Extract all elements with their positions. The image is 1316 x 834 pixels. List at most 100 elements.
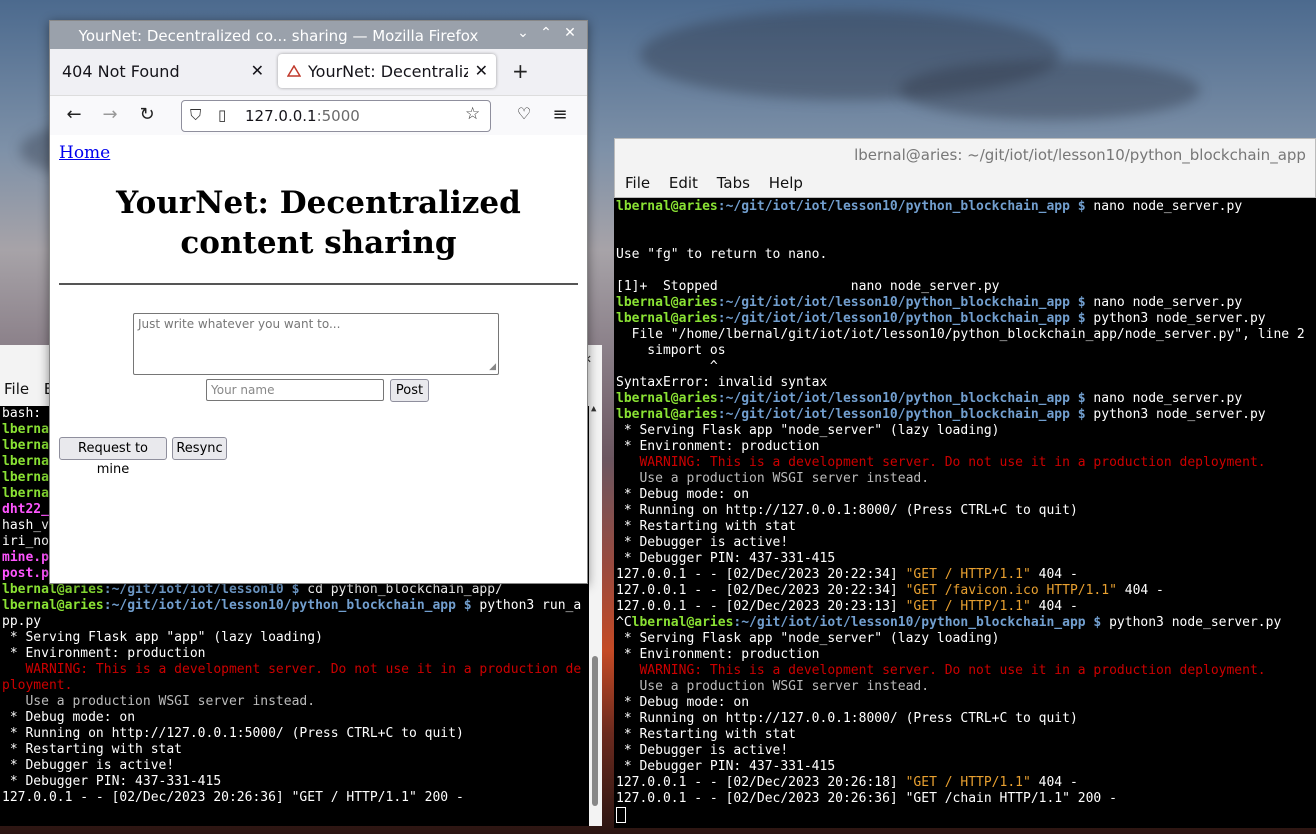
terminal-cursor	[616, 807, 626, 823]
home-link[interactable]: Home	[59, 143, 110, 163]
tab-yournet[interactable]: YourNet: Decentralized c ✕	[278, 54, 496, 88]
right-terminal-menubar: File Edit Tabs Help	[625, 174, 803, 192]
maximize-icon[interactable]: ⌃	[536, 25, 556, 41]
terminal-text: WARNING: This is a development server. D…	[616, 455, 1266, 470]
left-terminal-scrollbar[interactable]: ▲	[589, 404, 602, 826]
shield-icon[interactable]: ⛉	[190, 106, 201, 124]
page-info-icon[interactable]: ▯	[218, 106, 226, 124]
terminal-text: * Debugger PIN: 437-331-415	[616, 551, 836, 566]
resize-grip-icon[interactable]: ◢	[489, 362, 496, 372]
terminal-line: * Restarting with stat	[616, 727, 796, 743]
firefox-titlebar[interactable]: YourNet: Decentralized co... sharing — M…	[50, 21, 587, 49]
terminal-text: nano node_server.py	[1085, 391, 1243, 406]
terminal-text: * Debugger PIN: 437-331-415	[2, 774, 222, 789]
terminal-line: * Debugger PIN: 437-331-415	[2, 774, 221, 790]
scrollbar-thumb[interactable]	[592, 656, 598, 806]
terminal-line: lbernal@aries:~/git/iot/iot/lesson10/pyt…	[616, 407, 1266, 423]
terminal-text: :~/git/iot/iot/lesson10/python_blockchai…	[717, 407, 1086, 422]
new-tab-icon[interactable]: +	[512, 59, 529, 83]
terminal-line: * Debug mode: on	[616, 487, 749, 503]
terminal-text: * Running on http://127.0.0.1:8000/ (Pre…	[616, 711, 1078, 726]
terminal-line: * Running on http://127.0.0.1:5000/ (Pre…	[2, 726, 464, 742]
terminal-text: Use a production WSGI server instead.	[616, 679, 930, 694]
terminal-text: * Debugger is active!	[616, 743, 789, 758]
url-text[interactable]: 127.0.0.1:5000	[245, 107, 360, 125]
terminal-text: * Running on http://127.0.0.1:8000/ (Pre…	[616, 503, 1078, 518]
terminal-text: * Serving Flask app "node_server" (lazy …	[616, 423, 1000, 438]
terminal-text: "GET / HTTP/1.1"	[905, 775, 1031, 790]
hamburger-menu-icon[interactable]: ≡	[548, 104, 572, 125]
terminal-line: * Debug mode: on	[2, 710, 135, 726]
post-button[interactable]: Post	[390, 379, 429, 402]
menu-tabs[interactable]: Tabs	[717, 174, 750, 192]
author-name-input[interactable]: Your name	[206, 379, 384, 401]
close-icon[interactable]: ✕	[560, 25, 580, 41]
site-favicon-icon	[287, 65, 301, 77]
close-tab-icon[interactable]: ✕	[475, 61, 488, 80]
terminal-line: simport os	[616, 343, 725, 359]
terminal-line: * Serving Flask app "node_server" (lazy …	[616, 631, 1000, 647]
scroll-up-icon[interactable]: ▲	[591, 404, 596, 414]
right-terminal-window[interactable]: lbernal@aries: ~/git/iot/iot/lesson10/py…	[614, 138, 1316, 828]
terminal-text: "GET /favicon.ico HTTP/1.1"	[905, 583, 1117, 598]
terminal-text: :~/git/iot/iot/lesson10/python_blockchai…	[733, 615, 1102, 630]
pocket-icon[interactable]: ♡	[512, 104, 536, 123]
terminal-text: * Restarting with stat	[616, 727, 797, 742]
menu-file[interactable]: File	[625, 174, 650, 192]
terminal-text: File "/home/lbernal/git/iot/iot/lesson10…	[616, 327, 1305, 342]
textarea-placeholder: Just write whatever you want to...	[138, 317, 341, 331]
terminal-line: lbernal@aries:~/git/iot/iot/lesson10/pyt…	[616, 391, 1242, 407]
terminal-prompt-line[interactable]	[616, 807, 626, 823]
terminal-text: 127.0.0.1 - - [02/Dec/2023 20:22:34]	[616, 567, 906, 582]
resync-button[interactable]: Resync	[172, 437, 227, 460]
tab-404[interactable]: 404 Not Found ✕	[52, 54, 272, 88]
terminal-line: ployment.	[2, 678, 72, 694]
terminal-text: python3 node_server.py	[1085, 407, 1266, 422]
menu-file[interactable]: File	[4, 380, 29, 398]
terminal-line: * Debugger is active!	[616, 535, 788, 551]
page-title-line1: YourNet: Decentralized	[116, 185, 521, 221]
tab-label: 404 Not Found	[62, 62, 180, 81]
divider	[59, 283, 578, 285]
terminal-line: * Debugger PIN: 437-331-415	[616, 551, 835, 567]
terminal-text: 404 -	[1116, 583, 1164, 598]
terminal-line: 127.0.0.1 - - [02/Dec/2023 20:23:13] "GE…	[616, 599, 1078, 615]
terminal-text: ^C	[616, 615, 632, 630]
terminal-line: * Environment: production	[616, 647, 820, 663]
reload-icon[interactable]: ↻	[135, 104, 159, 125]
right-terminal-output[interactable]: lbernal@aries:~/git/iot/iot/lesson10/pyt…	[614, 198, 1316, 828]
page-title: YourNet: Decentralized content sharing	[50, 183, 587, 263]
chevron-down-icon[interactable]: ⌄	[513, 25, 533, 41]
firefox-window[interactable]: YourNet: Decentralized co... sharing — M…	[49, 20, 588, 584]
close-tab-icon[interactable]: ✕	[251, 61, 264, 80]
terminal-text: * Debug mode: on	[2, 710, 136, 725]
terminal-text: * Debug mode: on	[616, 487, 750, 502]
terminal-text: Use "fg" to return to nano.	[616, 247, 828, 262]
terminal-text: 127.0.0.1 - - [02/Dec/2023 20:23:13]	[616, 599, 906, 614]
right-terminal-title: lbernal@aries: ~/git/iot/iot/lesson10/py…	[854, 146, 1306, 164]
terminal-text: Use a production WSGI server instead.	[2, 694, 316, 709]
terminal-text: * Debugger is active!	[616, 535, 789, 550]
terminal-text: ^	[616, 359, 718, 374]
back-icon[interactable]: ←	[62, 104, 86, 125]
terminal-text: [1]+ Stopped nano node_server.py	[616, 279, 1000, 294]
terminal-line: pp.py	[2, 614, 41, 630]
bookmark-star-icon[interactable]: ☆	[465, 104, 480, 124]
terminal-text: 404 -	[1030, 599, 1078, 614]
terminal-line: * Restarting with stat	[2, 742, 182, 758]
terminal-text: lbernal@aries	[631, 615, 734, 630]
tab-strip: 404 Not Found ✕ YourNet: Decentralized c…	[50, 49, 587, 96]
terminal-line: ^	[616, 359, 718, 375]
terminal-line: lbernal@aries:~/git/iot/iot/lesson10/pyt…	[616, 199, 1242, 215]
content-textarea[interactable]: Just write whatever you want to... ◢	[133, 313, 499, 375]
terminal-line: [1]+ Stopped nano node_server.py	[616, 279, 1000, 295]
request-to-mine-button[interactable]: Request to mine	[59, 437, 167, 477]
url-bar[interactable]: ⛉ ▯ 127.0.0.1:5000 ☆	[181, 100, 491, 132]
menu-help[interactable]: Help	[769, 174, 803, 192]
menu-edit[interactable]: Edit	[669, 174, 698, 192]
terminal-line: WARNING: This is a development server. D…	[616, 455, 1266, 471]
terminal-text: WARNING: This is a development server. D…	[616, 663, 1266, 678]
terminal-line: * Debugger is active!	[2, 758, 174, 774]
forward-icon[interactable]: →	[98, 104, 122, 125]
url-host: 127.0.0.1	[245, 107, 317, 125]
